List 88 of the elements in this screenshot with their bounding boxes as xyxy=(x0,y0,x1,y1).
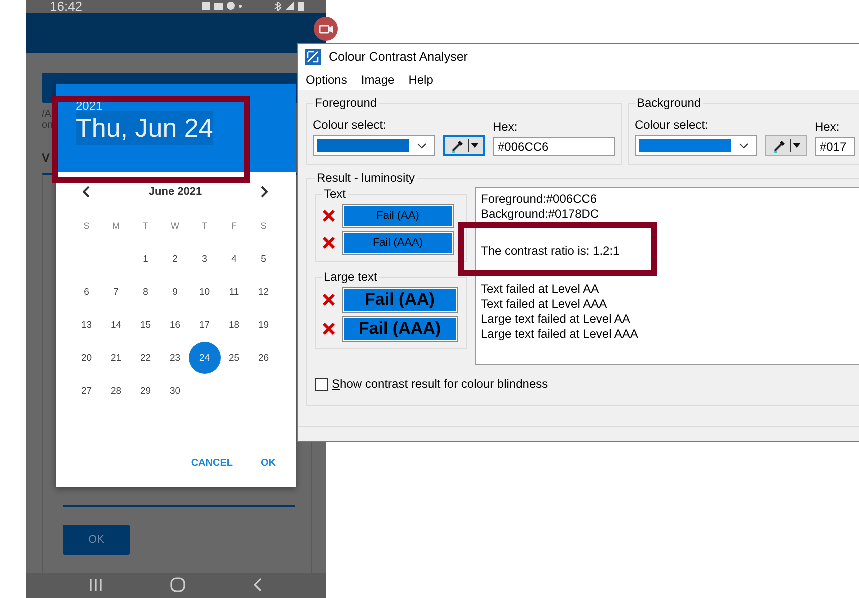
day-cell[interactable]: 2 xyxy=(159,243,192,276)
selected-date: Thu, Jun 24 xyxy=(76,110,214,145)
day-cell[interactable]: 7 xyxy=(100,276,132,308)
day-cell[interactable]: 23 xyxy=(159,342,192,374)
status-time: 16:42 xyxy=(50,0,83,13)
day-cell[interactable]: 6 xyxy=(70,276,103,308)
menu-item[interactable]: Options xyxy=(306,73,348,87)
day-cell[interactable]: 26 xyxy=(248,342,280,374)
day-cell[interactable]: 29 xyxy=(130,375,162,408)
dropdown-arrow-icon xyxy=(470,143,478,148)
bluetooth-icon xyxy=(274,2,282,11)
window-title: Colour Contrast Analyser xyxy=(329,50,468,64)
day-cell[interactable]: 4 xyxy=(218,243,250,276)
next-icon[interactable] xyxy=(260,186,268,198)
day-cell[interactable]: 22 xyxy=(130,342,162,374)
day-cell[interactable]: 3 xyxy=(188,243,221,276)
field-label: Colour select: xyxy=(313,118,388,132)
menu-item[interactable]: Image xyxy=(361,73,395,87)
dot-icon xyxy=(239,4,242,8)
eyedropper-button[interactable] xyxy=(765,135,807,156)
day-cell[interactable]: 9 xyxy=(159,276,192,308)
group-legend: Result - luminosity xyxy=(315,171,418,185)
back-icon[interactable] xyxy=(252,578,263,592)
chevron-icon xyxy=(417,142,427,148)
day-cell[interactable]: 12 xyxy=(248,276,280,308)
day-cell[interactable]: 24 xyxy=(188,342,221,374)
field-label: Hex: xyxy=(493,120,519,134)
group-legend: Large text xyxy=(322,270,380,284)
day-cell[interactable]: 21 xyxy=(100,342,132,374)
day-cell[interactable]: 17 xyxy=(188,309,221,342)
day-cell[interactable]: 19 xyxy=(248,309,280,342)
dialog-button[interactable]: OK xyxy=(255,456,282,471)
report-line: Text failed at Level AA xyxy=(481,282,600,297)
field-label: Colour select: xyxy=(635,118,710,132)
result-sample: Fail (AAA) xyxy=(342,316,458,342)
chevron-icon xyxy=(739,142,749,148)
report-line: Foreground:#006CC6 xyxy=(481,192,598,207)
weekday-label: S xyxy=(84,221,90,232)
day-cell[interactable]: 14 xyxy=(100,309,132,342)
result-sample: Fail (AAA) xyxy=(342,231,454,255)
dropdown-arrow-icon xyxy=(792,143,800,148)
result-sample: Fail (AA) xyxy=(342,204,454,228)
group-legend: Background xyxy=(635,96,704,110)
eyedropper-button[interactable] xyxy=(443,135,485,156)
day-cell[interactable]: 18 xyxy=(218,309,250,342)
previous-icon[interactable] xyxy=(83,186,91,198)
day-cell[interactable]: 30 xyxy=(159,375,192,408)
dialog-button[interactable]: CANCEL xyxy=(185,456,239,471)
day-cell[interactable]: 1 xyxy=(130,243,162,276)
day-cell[interactable]: 8 xyxy=(130,276,162,308)
day-cell[interactable]: 10 xyxy=(188,276,221,308)
weekday-label: M xyxy=(112,221,120,232)
day-cell[interactable]: 16 xyxy=(159,309,192,342)
group-legend: Text xyxy=(322,187,348,201)
recents-icon[interactable] xyxy=(89,578,104,592)
checkbox-label[interactable]: Show contrast result for colour blindness xyxy=(332,377,548,391)
month-label: June 2021 xyxy=(148,186,202,198)
hex-input[interactable]: #006CC6 xyxy=(493,137,615,156)
day-cell[interactable]: 13 xyxy=(70,309,103,342)
weekday-label: T xyxy=(143,221,148,232)
day-cell[interactable]: 27 xyxy=(70,375,103,408)
day-cell[interactable]: 25 xyxy=(218,342,250,374)
day-cell[interactable]: 5 xyxy=(248,243,280,276)
home-icon[interactable] xyxy=(170,577,186,594)
hex-input[interactable]: #017 xyxy=(815,137,855,156)
camera-icon[interactable] xyxy=(314,16,338,41)
day-cell[interactable]: 11 xyxy=(218,276,250,308)
weekday-label: S xyxy=(260,221,267,232)
report-line: Large text failed at Level AAA xyxy=(481,327,640,342)
weekday-label: T xyxy=(202,221,208,232)
weekday-label: W xyxy=(171,221,180,232)
battery-icon xyxy=(298,2,304,11)
weekday-label: F xyxy=(232,221,237,232)
day-cell[interactable]: 15 xyxy=(130,309,162,342)
report-line: The contrast ratio is: 1.2:1 xyxy=(481,244,621,259)
day-cell[interactable]: 20 xyxy=(70,342,103,374)
colour-dropdown[interactable] xyxy=(635,135,757,156)
signal-icon xyxy=(286,2,294,10)
menu-item[interactable]: Help xyxy=(408,73,434,87)
day-cell[interactable]: 28 xyxy=(100,375,132,408)
report-line: Text failed at Level AAA xyxy=(481,297,608,312)
result-sample: Fail (AA) xyxy=(342,287,458,313)
report-line: Background:#0178DC xyxy=(481,207,600,222)
checkbox[interactable] xyxy=(315,378,328,390)
field-label: Hex: xyxy=(815,120,841,134)
report-line: Large text failed at Level AA xyxy=(481,312,632,327)
group-legend: Foreground xyxy=(313,96,380,110)
colour-dropdown[interactable] xyxy=(313,135,435,156)
